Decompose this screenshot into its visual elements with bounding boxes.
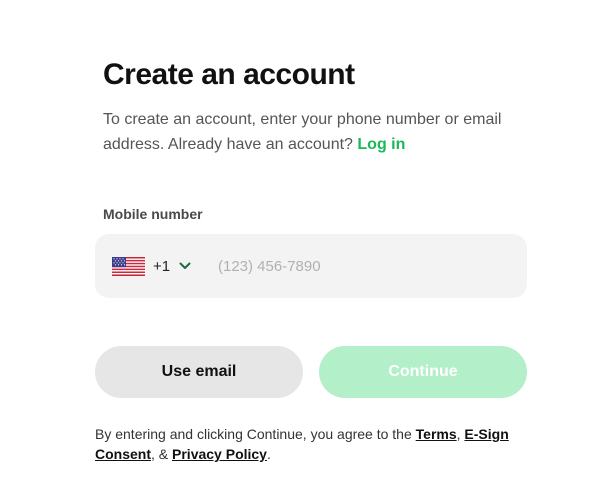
legal-suffix: .: [266, 446, 271, 462]
page-title: Create an account: [103, 58, 355, 91]
chevron-down-icon: [179, 262, 191, 269]
phone-number-input[interactable]: [218, 254, 508, 278]
legal-disclaimer: By entering and clicking Continue, you a…: [95, 424, 535, 464]
country-code-selector[interactable]: +1: [112, 256, 191, 276]
signup-page: Create an account To create an account, …: [0, 0, 613, 495]
intro-description: To create an account, enter your phone n…: [103, 111, 502, 153]
mobile-number-label: Mobile number: [103, 206, 203, 222]
use-email-button[interactable]: Use email: [95, 346, 303, 398]
legal-prefix: By entering and clicking Continue, you a…: [95, 426, 412, 442]
legal-separator-2: , &: [151, 446, 169, 462]
intro-text: To create an account, enter your phone n…: [103, 107, 503, 157]
privacy-policy-link[interactable]: Privacy Policy: [172, 446, 267, 462]
login-link[interactable]: Log in: [357, 136, 405, 153]
legal-separator-1: ,: [456, 426, 461, 442]
continue-button[interactable]: Continue: [319, 346, 527, 398]
us-flag-icon: [112, 256, 145, 276]
dial-code: +1: [153, 257, 171, 275]
terms-link[interactable]: Terms: [416, 426, 457, 442]
phone-input-group: +1: [95, 234, 527, 298]
